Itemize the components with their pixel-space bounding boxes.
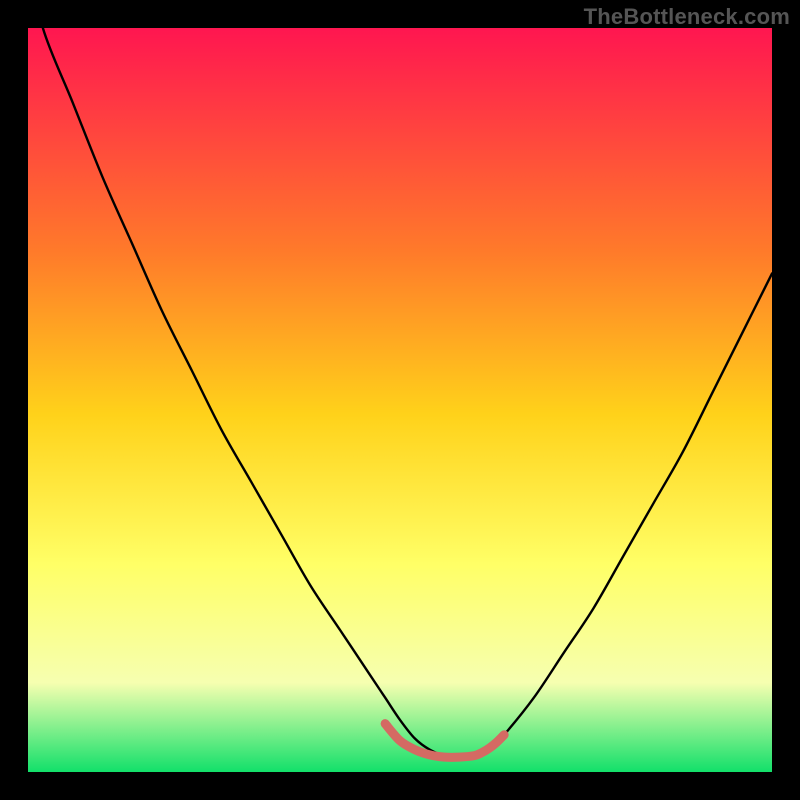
watermark-text: TheBottleneck.com bbox=[584, 4, 790, 30]
chart-frame: TheBottleneck.com bbox=[0, 0, 800, 800]
gradient-background bbox=[28, 28, 772, 772]
chart-svg bbox=[28, 28, 772, 772]
chart-plot-area bbox=[28, 28, 772, 772]
